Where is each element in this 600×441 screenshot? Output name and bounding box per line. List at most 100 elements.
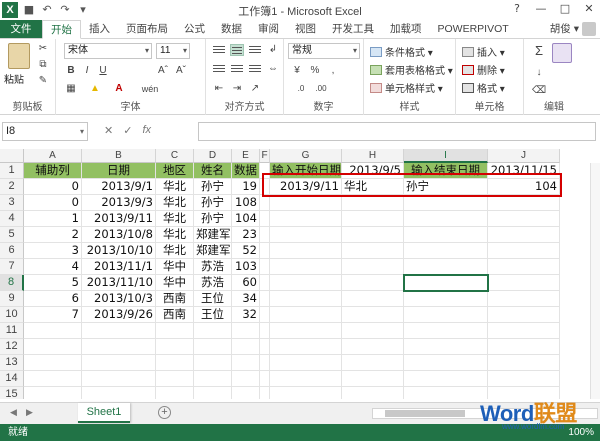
cell-b8[interactable]: 2013/11/10 [82,275,156,291]
cell-c10[interactable]: 西南 [156,307,194,323]
cell-a6[interactable]: 3 [24,243,82,259]
cell-d3[interactable]: 孙宁 [194,195,232,211]
cell-d13[interactable] [194,355,232,371]
cell-g12[interactable] [270,339,342,355]
cell-a9[interactable]: 6 [24,291,82,307]
tab-page-layout[interactable]: 页面布局 [118,20,176,38]
column-header-j[interactable]: J [488,149,560,163]
cell-g4[interactable] [270,211,342,227]
align-center-icon[interactable] [230,63,244,75]
cell-c8[interactable]: 华中 [156,275,194,291]
cell-f12[interactable] [260,339,270,355]
cell-c7[interactable]: 华中 [156,259,194,275]
align-left-icon[interactable] [212,63,226,75]
cell-i10[interactable] [404,307,488,323]
cell-d14[interactable] [194,371,232,387]
cell-b5[interactable]: 2013/10/8 [82,227,156,243]
phonetic-guide-icon[interactable]: wén [140,83,160,95]
cell-e7[interactable]: 103 [232,259,260,275]
cell-g6[interactable] [270,243,342,259]
fill-color-icon[interactable]: ▲ [88,83,102,95]
cell-i4[interactable] [404,211,488,227]
cell-c1[interactable]: 地区 [156,163,194,179]
horizontal-scroll-thumb[interactable] [385,410,465,417]
cell-e5[interactable]: 23 [232,227,260,243]
cell-e2[interactable]: 19 [232,179,260,195]
cell-a13[interactable] [24,355,82,371]
cell-b9[interactable]: 2013/10/3 [82,291,156,307]
cell-i13[interactable] [404,355,488,371]
fill-icon[interactable]: ↓ [532,67,546,79]
conditional-formatting-button[interactable]: 条件格式 ▾ [370,44,433,59]
cell-f14[interactable] [260,371,270,387]
cell-j11[interactable] [488,323,560,339]
cell-d11[interactable] [194,323,232,339]
cell-d8[interactable]: 苏浩 [194,275,232,291]
cell-g5[interactable] [270,227,342,243]
cell-a2[interactable]: 0 [24,179,82,195]
cell-i9[interactable] [404,291,488,307]
cell-e8[interactable]: 60 [232,275,260,291]
user-account[interactable]: 胡俊 ▾ [546,20,600,38]
cell-g14[interactable] [270,371,342,387]
cell-e15[interactable] [232,387,260,399]
cell-a8[interactable]: 5 [24,275,82,291]
cell-f13[interactable] [260,355,270,371]
merge-center-icon[interactable]: ⇔ [266,63,280,75]
border-icon[interactable]: ▦ [64,83,78,95]
font-name-select[interactable]: 宋体 ▾ [64,43,152,59]
row-header-4[interactable]: 4 [0,211,24,227]
cell-e6[interactable]: 52 [232,243,260,259]
cell-e1[interactable]: 数据 [232,163,260,179]
row-header-11[interactable]: 11 [0,323,24,339]
font-size-select[interactable]: 11 ▾ [156,43,190,59]
underline-icon[interactable]: U [96,65,110,77]
cell-c3[interactable]: 华北 [156,195,194,211]
cell-b15[interactable] [82,387,156,399]
paste-button[interactable]: 粘贴 [4,71,24,86]
increase-font-icon[interactable]: Aˆ [156,65,170,77]
cell-d6[interactable]: 郑建军 [194,243,232,259]
cell-g10[interactable] [270,307,342,323]
percent-icon[interactable]: % [308,65,322,77]
cell-a14[interactable] [24,371,82,387]
cell-c2[interactable]: 华北 [156,179,194,195]
tab-file[interactable]: 文件 [0,20,42,38]
cell-i14[interactable] [404,371,488,387]
cell-d5[interactable]: 郑建军 [194,227,232,243]
cell-a15[interactable] [24,387,82,399]
cell-f5[interactable] [260,227,270,243]
cell-h5[interactable] [342,227,404,243]
cell-b12[interactable] [82,339,156,355]
tab-insert[interactable]: 插入 [81,20,118,38]
row-header-10[interactable]: 10 [0,307,24,323]
row-header-8[interactable]: 8 [0,275,24,291]
cell-a10[interactable]: 7 [24,307,82,323]
column-header-a[interactable]: A [24,149,82,163]
row-header-1[interactable]: 1 [0,163,24,179]
copy-icon[interactable]: ⧉ [36,59,50,71]
clear-icon[interactable]: ⌫ [532,85,546,97]
delete-cells-button[interactable]: 删除 ▾ [462,62,505,77]
cell-e10[interactable]: 32 [232,307,260,323]
insert-function-icon[interactable]: fx [142,124,151,137]
column-header-d[interactable]: D [194,149,232,163]
cell-g15[interactable] [270,387,342,399]
cell-f3[interactable] [260,195,270,211]
cell-d12[interactable] [194,339,232,355]
cell-d2[interactable]: 孙宁 [194,179,232,195]
insert-cells-button[interactable]: 插入 ▾ [462,44,505,59]
cell-j8[interactable] [488,275,560,291]
maximize-button[interactable]: □ [556,1,574,17]
cell-c11[interactable] [156,323,194,339]
cell-b13[interactable] [82,355,156,371]
row-header-14[interactable]: 14 [0,371,24,387]
cell-g8[interactable] [270,275,342,291]
cell-f15[interactable] [260,387,270,399]
tab-view[interactable]: 视图 [287,20,324,38]
autosum-icon[interactable]: Σ [532,44,546,57]
cell-g9[interactable] [270,291,342,307]
cell-j6[interactable] [488,243,560,259]
cell-f4[interactable] [260,211,270,227]
tab-developer[interactable]: 开发工具 [324,20,382,38]
